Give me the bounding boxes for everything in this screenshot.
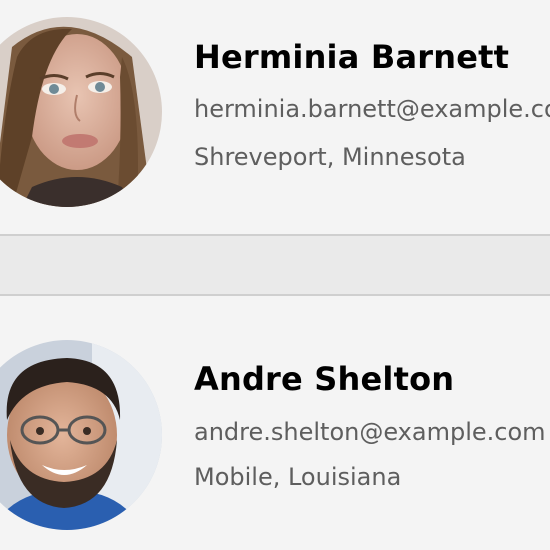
contact-list: Herminia Barnett herminia.barnett@exampl… [0, 0, 550, 550]
contact-email[interactable]: herminia.barnett@example.com [194, 95, 550, 123]
contact-location: Shreveport, Minnesota [194, 143, 466, 171]
contact-email[interactable]: andre.shelton@example.com [194, 418, 546, 446]
avatar [0, 340, 162, 530]
list-separator [0, 234, 550, 296]
contact-card-andre-shelton[interactable]: Andre Shelton andre.shelton@example.com … [0, 298, 550, 532]
contact-name: Andre Shelton [194, 360, 455, 398]
contact-name: Herminia Barnett [194, 38, 510, 76]
avatar [0, 17, 162, 207]
contact-card-herminia-barnett[interactable]: Herminia Barnett herminia.barnett@exampl… [0, 0, 550, 234]
contact-location: Mobile, Louisiana [194, 463, 402, 491]
